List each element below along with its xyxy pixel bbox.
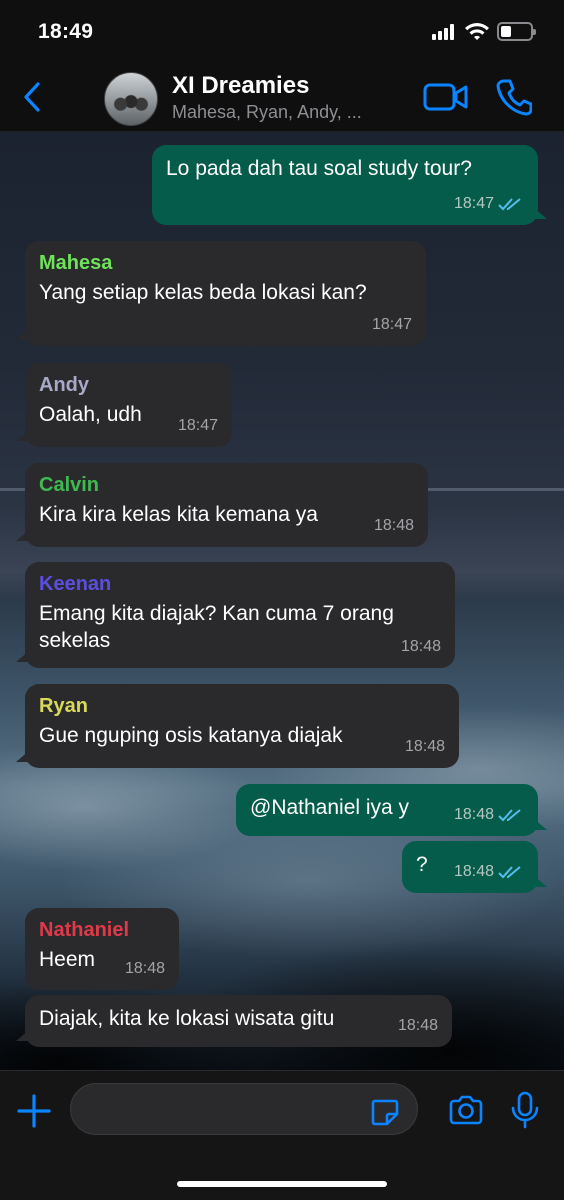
outgoing-message[interactable]: ? 18:48 [402, 841, 547, 893]
message-time: 18:48 [124, 960, 165, 977]
incoming-message[interactable]: Andy Oalah, udh 18:47 [16, 363, 232, 447]
battery-icon [497, 22, 536, 41]
message-meta: 18:48 [398, 1012, 438, 1039]
sender-name: Ryan [39, 695, 88, 717]
message-time: 18:47 [453, 195, 494, 212]
message-meta: 18:48 [401, 633, 441, 660]
back-chevron-icon[interactable] [18, 80, 48, 114]
message-meta: 18:47 [178, 412, 218, 439]
message-meta: 18:48 [374, 512, 414, 539]
group-avatar[interactable] [104, 72, 158, 126]
home-indicator [177, 1181, 387, 1187]
sender-name: Nathaniel [39, 919, 130, 941]
message-input[interactable] [70, 1083, 418, 1135]
message-time: 18:48 [404, 738, 445, 755]
message-text: Diajak, kita ke lokasi wisata gitu [39, 1007, 335, 1030]
message-meta: 18:48 [454, 801, 524, 828]
incoming-message[interactable]: Keenan Emang kita diajak? Kan cuma 7 ora… [16, 562, 455, 668]
video-call-icon[interactable] [423, 82, 469, 112]
status-bar: 18:49 [0, 0, 564, 62]
message-meta: 18:48 [454, 858, 524, 885]
sender-name: Andy [39, 374, 89, 396]
incoming-message[interactable]: Calvin Kira kira kelas kita kemana ya 18… [16, 463, 428, 547]
outgoing-message[interactable]: Lo pada dah tau soal study tour? 18:47 [152, 145, 547, 225]
chat-title[interactable]: XI Dreamies [172, 72, 309, 100]
sender-name: Mahesa [39, 252, 113, 274]
message-meta: 18:48 [405, 733, 445, 760]
message-time: 18:48 [453, 863, 494, 880]
incoming-message[interactable]: Nathaniel Heem 18:48 [25, 908, 179, 990]
message-text: Emang kita diajak? Kan cuma 7 orang seke… [39, 602, 394, 652]
phone-call-icon[interactable] [496, 78, 532, 116]
status-time: 18:49 [38, 20, 94, 43]
read-receipt-icon [498, 865, 521, 878]
message-time: 18:47 [177, 417, 218, 434]
message-time: 18:47 [371, 316, 412, 333]
cellular-signal-icon [432, 24, 458, 40]
read-receipt-icon [498, 197, 521, 210]
message-text: Yang setiap kelas beda lokasi kan? [39, 281, 367, 304]
message-time: 18:48 [453, 806, 494, 823]
mic-icon[interactable] [510, 1091, 540, 1129]
message-text: Gue nguping osis katanya diajak [39, 724, 343, 747]
message-text: Lo pada dah tau soal study tour? [166, 157, 472, 180]
message-meta: 18:48 [125, 955, 165, 982]
chat-header: XI Dreamies Mahesa, Ryan, Andy, ... [0, 62, 564, 132]
message-meta: 18:47 [372, 311, 412, 338]
message-time: 18:48 [373, 517, 414, 534]
read-receipt-icon [498, 808, 521, 821]
chat-participants[interactable]: Mahesa, Ryan, Andy, ... [172, 102, 402, 123]
outgoing-message[interactable]: @Nathaniel iya y 18:48 [236, 784, 547, 836]
incoming-message[interactable]: Diajak, kita ke lokasi wisata gitu 18:48 [16, 995, 452, 1047]
camera-icon[interactable] [448, 1095, 484, 1125]
sticker-icon[interactable] [370, 1097, 400, 1127]
sender-name: Calvin [39, 474, 100, 496]
incoming-message[interactable]: Mahesa Yang setiap kelas beda lokasi kan… [16, 241, 426, 346]
wifi-icon [465, 23, 489, 40]
message-time: 18:48 [400, 638, 441, 655]
plus-icon[interactable] [16, 1093, 52, 1129]
message-time: 18:48 [397, 1017, 438, 1034]
sender-name: Keenan [39, 573, 112, 595]
message-text: Kira kira kelas kita kemana ya [39, 503, 318, 526]
message-meta: 18:47 [454, 190, 524, 217]
incoming-message[interactable]: Ryan Gue nguping osis katanya diajak 18:… [16, 684, 459, 768]
